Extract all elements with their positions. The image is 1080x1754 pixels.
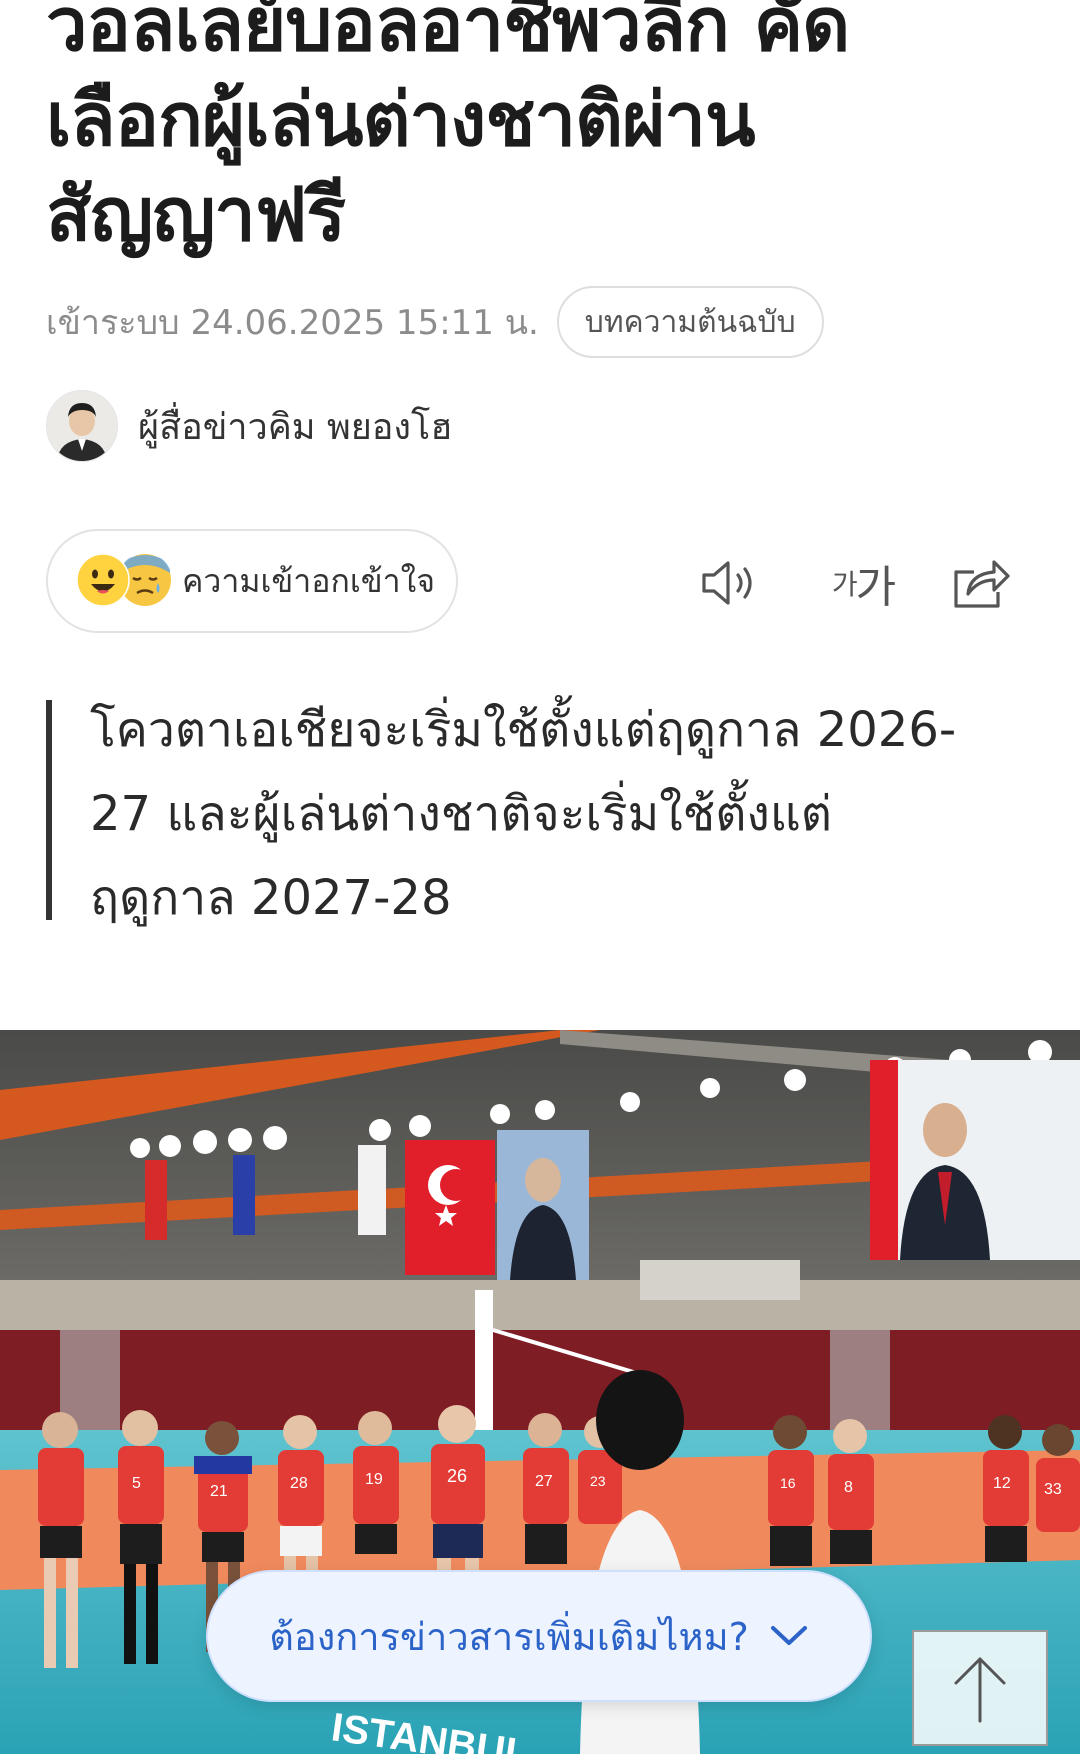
jersey-number: 8 [844,1479,853,1496]
scroll-to-top-button[interactable] [912,1630,1048,1746]
reaction-emojis [76,553,176,609]
reporter-byline[interactable]: ผู้สื่อข่าวคิม พยองโฮ [46,390,452,462]
jersey-number: 27 [535,1473,553,1490]
published-time: เข้าระบบ 24.06.2025 15:11 น. [46,303,539,343]
summary-line: ฤดูกาล 2027-28 [90,870,452,926]
jersey-number: 33 [1044,1481,1062,1498]
original-article-button[interactable]: บทความต้นฉบับ [556,286,824,358]
more-news-label: ต้องการข่าวสารเพิ่มเติมไหม? [269,1614,749,1659]
speaker-icon [702,561,752,605]
jersey-number: 19 [365,1471,383,1488]
share-button[interactable] [945,548,1015,618]
article-headline: วอลเลย์บอลอาชีพวลีก คัด เลือกผู้เล่นต่าง… [46,0,1046,263]
headline-line: เลือกผู้เล่นต่างชาติผ่าน [46,77,756,163]
headline-line: วอลเลย์บอลอาชีพวลีก คัด [46,0,850,68]
article-meta: เข้าระบบ 24.06.2025 15:11 น. บทความต้นฉบ… [46,286,824,358]
font-size-large-label: 가 [855,562,897,613]
jersey-number: 28 [290,1475,308,1492]
jersey-number: 12 [993,1475,1011,1492]
jersey-number: 16 [780,1475,796,1491]
chevron-down-icon [770,1626,807,1645]
font-size-small-label: 가 [831,568,858,601]
jersey-number: 26 [447,1466,467,1486]
reaction-label: ความเข้าอกเข้าใจ [182,561,435,600]
text-to-speech-button[interactable] [696,548,766,618]
jersey-number: 21 [210,1483,228,1500]
summary-line: 27 และผู้เล่นต่างชาติจะเริ่มใช้ตั้งแต่ [90,786,832,842]
jersey-number: 5 [132,1475,141,1492]
share-icon [954,560,1010,608]
happy-face-icon [76,553,130,607]
article-summary: โควตาเอเชียจะเริ่มใช้ตั้งแต่ฤดูกาล 2026-… [46,700,1006,926]
more-news-button[interactable]: ต้องการข่าวสารเพิ่มเติมไหม? [206,1570,872,1702]
reaction-button[interactable]: ความเข้าอกเข้าใจ [46,529,458,633]
headline-line: สัญญาฟรี [46,172,346,258]
font-size-button[interactable]: 가가 [818,548,908,618]
avatar [46,390,118,462]
summary-line: โควตาเอเชียจะเริ่มใช้ตั้งแต่ฤดูกาล 2026- [90,702,957,758]
reporter-name: ผู้สื่อข่าวคิม พยองโฮ [138,406,453,448]
arrow-up-icon [954,1657,1006,1723]
jersey-number: 23 [590,1473,606,1489]
